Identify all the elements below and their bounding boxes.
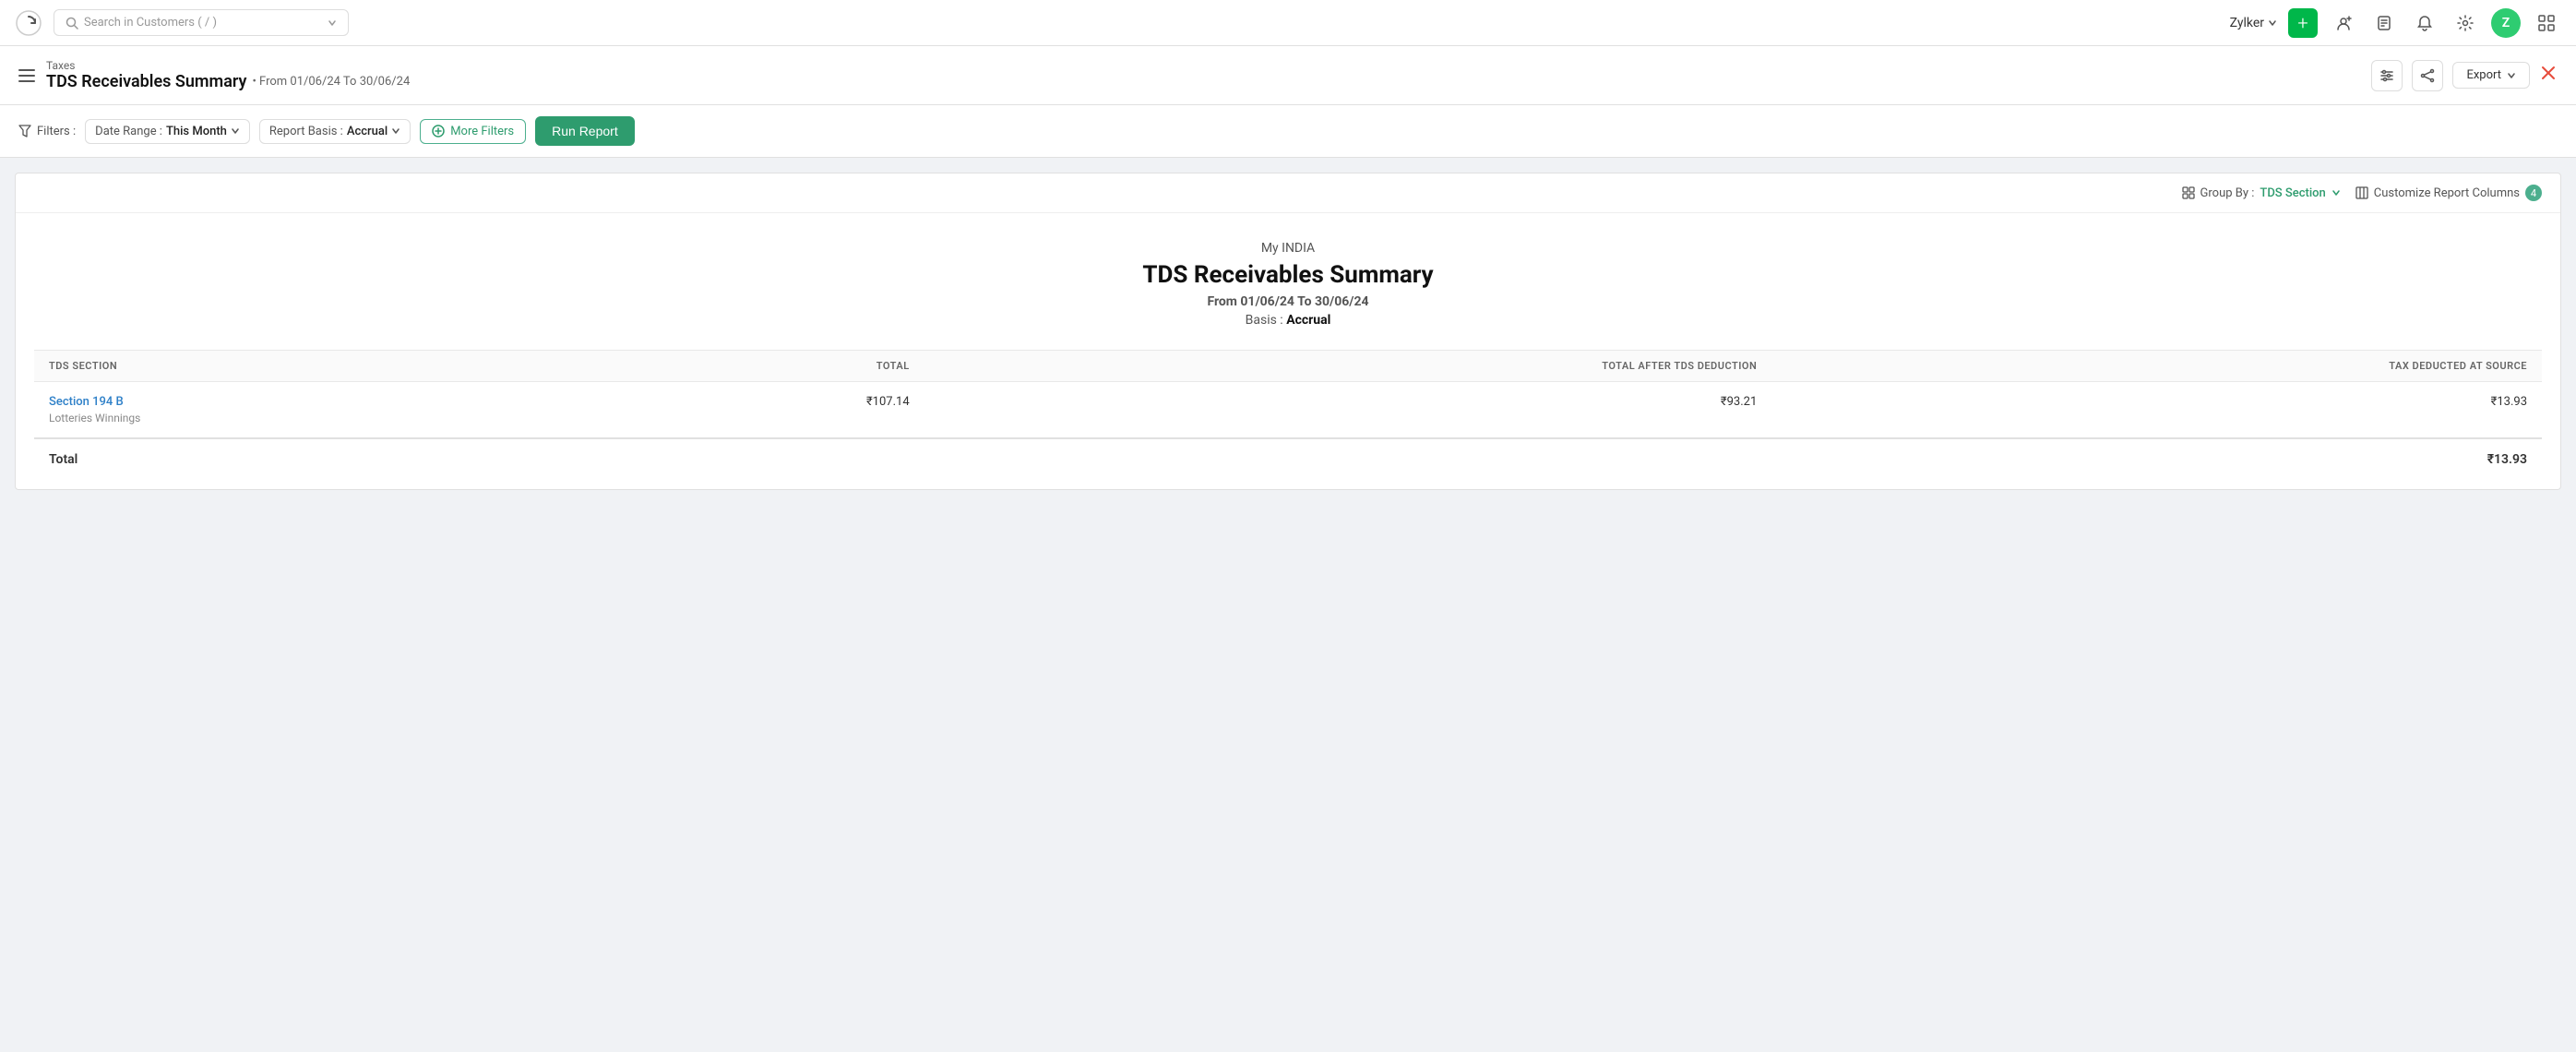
- search-box[interactable]: Search in Customers ( / ): [54, 9, 349, 36]
- table-cell-section: Section 194 B Lotteries Winnings: [34, 382, 590, 439]
- hamburger-line-3: [18, 80, 35, 82]
- avatar[interactable]: Z: [2491, 8, 2521, 38]
- gear-icon: [2457, 15, 2474, 31]
- group-by-value: TDS Section: [2260, 186, 2325, 200]
- plus-circle-icon: [432, 125, 445, 137]
- report-table: TDS SECTION TOTAL TOTAL AFTER TDS DEDUCT…: [34, 350, 2542, 480]
- share-btn[interactable]: [2412, 60, 2443, 91]
- customize-columns-control[interactable]: Customize Report Columns 4: [2355, 185, 2542, 201]
- report-basis-chevron-icon: [391, 126, 400, 136]
- report-basis-display: Basis : Accrual: [34, 313, 2542, 328]
- export-chevron-icon: [2507, 71, 2516, 80]
- apps-icon-btn[interactable]: [2532, 8, 2561, 38]
- filter-settings-btn[interactable]: [2371, 60, 2403, 91]
- group-by-icon: [2182, 186, 2195, 199]
- page-title-text: TDS Receivables Summary: [46, 72, 246, 91]
- sliders-icon: [2379, 68, 2394, 83]
- page-title-sub: • From 01/06/24 To 30/06/24: [252, 75, 410, 89]
- date-range-label: Date Range :: [95, 125, 162, 138]
- contacts-icon-btn[interactable]: [2329, 8, 2358, 38]
- bell-icon: [2416, 15, 2433, 31]
- more-filters-button[interactable]: More Filters: [420, 119, 526, 144]
- run-report-button[interactable]: Run Report: [535, 116, 635, 146]
- section-sub: Lotteries Winnings: [49, 412, 576, 424]
- top-nav: Search in Customers ( / ) Zylker +: [0, 0, 2576, 46]
- close-icon: [2539, 64, 2558, 82]
- search-icon: [66, 17, 78, 30]
- org-selector[interactable]: Zylker: [2230, 16, 2277, 30]
- more-filters-label: More Filters: [450, 125, 514, 138]
- notes-icon-btn[interactable]: [2369, 8, 2399, 38]
- group-by-label: Group By :: [2200, 186, 2255, 200]
- settings-icon-btn[interactable]: [2451, 8, 2480, 38]
- page-header-right: Export: [2371, 60, 2558, 91]
- columns-icon: [2355, 186, 2368, 199]
- breadcrumb-section: Taxes TDS Receivables Summary • From 01/…: [46, 59, 410, 91]
- table-header-row: TDS SECTION TOTAL TOTAL AFTER TDS DEDUCT…: [34, 351, 2542, 382]
- report-body: My INDIA TDS Receivables Summary From 01…: [16, 213, 2560, 489]
- col-total-after-tds: TOTAL AFTER TDS DEDUCTION: [924, 351, 1772, 382]
- report-basis-val: Accrual: [1286, 313, 1330, 328]
- report-basis-label: Report Basis :: [269, 125, 343, 138]
- org-name: Zylker: [2230, 16, 2264, 30]
- date-range-value: This Month: [166, 125, 227, 138]
- share-icon: [2420, 68, 2435, 83]
- report-area: Group By : TDS Section Customize Report …: [0, 173, 2576, 490]
- customize-badge: 4: [2525, 185, 2542, 201]
- report-container: Group By : TDS Section Customize Report …: [15, 173, 2561, 490]
- report-title: TDS Receivables Summary: [34, 261, 2542, 289]
- app-logo[interactable]: [15, 9, 42, 37]
- col-tds-section: TDS SECTION: [34, 351, 590, 382]
- hamburger-line-1: [18, 69, 35, 71]
- contacts-icon: [2335, 15, 2352, 31]
- total-total: [590, 438, 924, 480]
- top-nav-right: Zylker +: [2230, 8, 2561, 38]
- col-total: TOTAL: [590, 351, 924, 382]
- table-cell-total-after-tds: ₹93.21: [924, 382, 1772, 439]
- report-controls: Group By : TDS Section Customize Report …: [16, 173, 2560, 213]
- report-basis-prefix: Basis :: [1246, 313, 1283, 328]
- filter-icon: [18, 125, 31, 137]
- filters-text: Filters :: [37, 125, 76, 138]
- section-link[interactable]: Section 194 B: [49, 395, 124, 409]
- hamburger-line-2: [18, 75, 35, 77]
- page-header: Taxes TDS Receivables Summary • From 01/…: [0, 46, 2576, 105]
- report-basis-value: Accrual: [347, 125, 388, 138]
- search-chevron-icon: [328, 18, 337, 28]
- group-by-chevron-icon: [2332, 188, 2341, 197]
- report-org: My INDIA: [34, 241, 2542, 256]
- report-basis-filter[interactable]: Report Basis : Accrual: [259, 119, 411, 144]
- table-row: Section 194 B Lotteries Winnings ₹107.14…: [34, 382, 2542, 439]
- notes-icon: [2376, 15, 2392, 31]
- export-button[interactable]: Export: [2452, 62, 2530, 89]
- hamburger-menu[interactable]: [18, 69, 35, 82]
- export-label: Export: [2466, 68, 2501, 82]
- notifications-icon-btn[interactable]: [2410, 8, 2439, 38]
- breadcrumb: Taxes: [46, 59, 410, 72]
- page-title: TDS Receivables Summary • From 01/06/24 …: [46, 72, 410, 91]
- top-nav-left: Search in Customers ( / ): [15, 9, 349, 37]
- page-header-left: Taxes TDS Receivables Summary • From 01/…: [18, 59, 410, 91]
- col-tax-deducted: TAX DEDUCTED AT SOURCE: [1771, 351, 2542, 382]
- group-by-control[interactable]: Group By : TDS Section: [2182, 186, 2341, 200]
- search-placeholder: Search in Customers ( / ): [84, 16, 217, 30]
- date-range-filter[interactable]: Date Range : This Month: [85, 119, 250, 144]
- table-cell-tax-deducted: ₹13.93: [1771, 382, 2542, 439]
- date-range-chevron-icon: [231, 126, 240, 136]
- grid-icon: [2538, 15, 2555, 31]
- org-chevron-icon: [2268, 18, 2277, 28]
- filters-label: Filters :: [18, 125, 76, 138]
- add-button[interactable]: +: [2288, 8, 2318, 38]
- filters-bar: Filters : Date Range : This Month Report…: [0, 105, 2576, 158]
- total-tax-deducted: ₹13.93: [1771, 438, 2542, 480]
- total-label: Total: [34, 438, 590, 480]
- total-after-tds: [924, 438, 1772, 480]
- close-button[interactable]: [2539, 64, 2558, 87]
- table-total-row: Total ₹13.93: [34, 438, 2542, 480]
- table-cell-total: ₹107.14: [590, 382, 924, 439]
- customize-label: Customize Report Columns: [2374, 186, 2520, 200]
- report-date-range: From 01/06/24 To 30/06/24: [34, 294, 2542, 309]
